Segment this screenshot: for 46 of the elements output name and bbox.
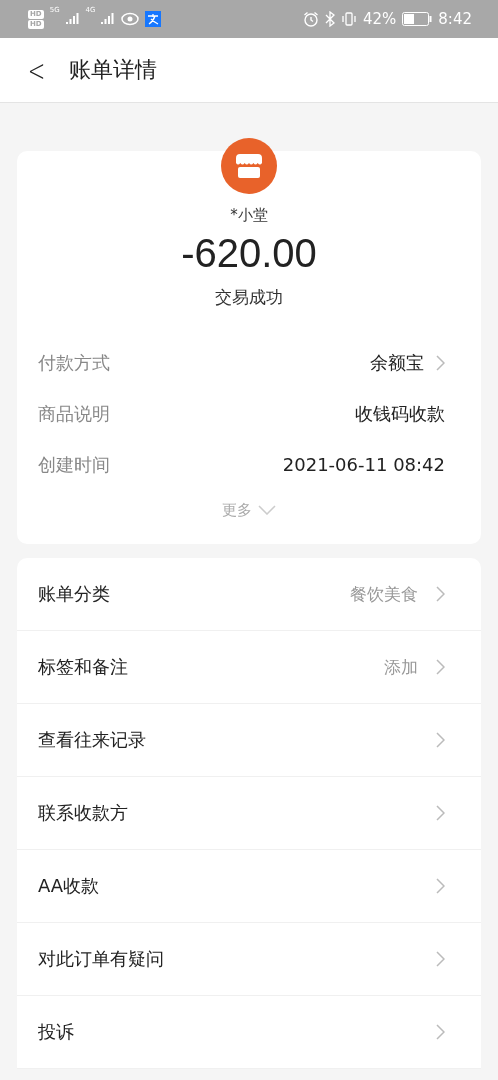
battery-icon xyxy=(402,12,433,26)
action-row[interactable]: 联系收款方 xyxy=(17,777,481,850)
action-label: 对此订单有疑问 xyxy=(38,947,164,971)
page-title: 账单详情 xyxy=(69,56,158,84)
chevron-right-icon xyxy=(436,732,445,748)
signal-icon xyxy=(65,12,80,26)
chevron-right-icon xyxy=(436,1024,445,1040)
chevron-down-icon xyxy=(258,505,276,515)
detail-label: 商品说明 xyxy=(38,401,110,426)
vibrate-icon xyxy=(340,11,357,27)
action-value: 添加 xyxy=(384,655,418,679)
action-row[interactable]: 标签和备注 添加 xyxy=(17,631,481,704)
action-label: 标签和备注 xyxy=(38,655,128,679)
chevron-right-icon xyxy=(436,878,445,894)
detail-label: 创建时间 xyxy=(38,452,110,477)
action-label: 查看往来记录 xyxy=(38,728,146,752)
app-icon xyxy=(145,11,162,27)
alarm-icon xyxy=(302,11,319,27)
chevron-right-icon xyxy=(436,659,445,675)
payee-name: *小堂 xyxy=(230,206,268,225)
action-row[interactable]: 对此订单有疑问 xyxy=(17,923,481,996)
detail-label: 付款方式 xyxy=(38,350,110,375)
action-row[interactable]: 账单分类 餐饮美食 xyxy=(17,558,481,631)
action-row[interactable]: 投诉 xyxy=(17,996,481,1069)
detail-value: 2021-06-11 08:42 xyxy=(282,454,445,475)
action-row[interactable]: 查看往来记录 xyxy=(17,704,481,777)
detail-value: 收钱码收款 xyxy=(355,401,445,426)
eye-icon xyxy=(121,12,140,26)
action-value: 餐饮美食 xyxy=(350,582,418,606)
signal-icon xyxy=(101,12,116,26)
transaction-status: 交易成功 xyxy=(215,286,283,309)
battery-percent: 42% xyxy=(362,10,397,28)
action-row[interactable]: AA收款 xyxy=(17,850,481,923)
action-label: AA收款 xyxy=(38,874,100,898)
back-button[interactable]: < xyxy=(23,52,50,88)
action-label: 账单分类 xyxy=(38,582,110,606)
action-label: 联系收款方 xyxy=(38,801,128,825)
chevron-right-icon xyxy=(436,951,445,967)
amount: -620.00 xyxy=(181,231,317,276)
detail-value: 余额宝 xyxy=(370,350,424,375)
chevron-right-icon xyxy=(436,354,445,371)
clock-time: 8:42 xyxy=(438,10,472,28)
chevron-right-icon xyxy=(436,586,445,602)
action-label: 投诉 xyxy=(38,1020,74,1044)
chevron-right-icon xyxy=(436,805,445,821)
bluetooth-icon xyxy=(324,11,335,27)
